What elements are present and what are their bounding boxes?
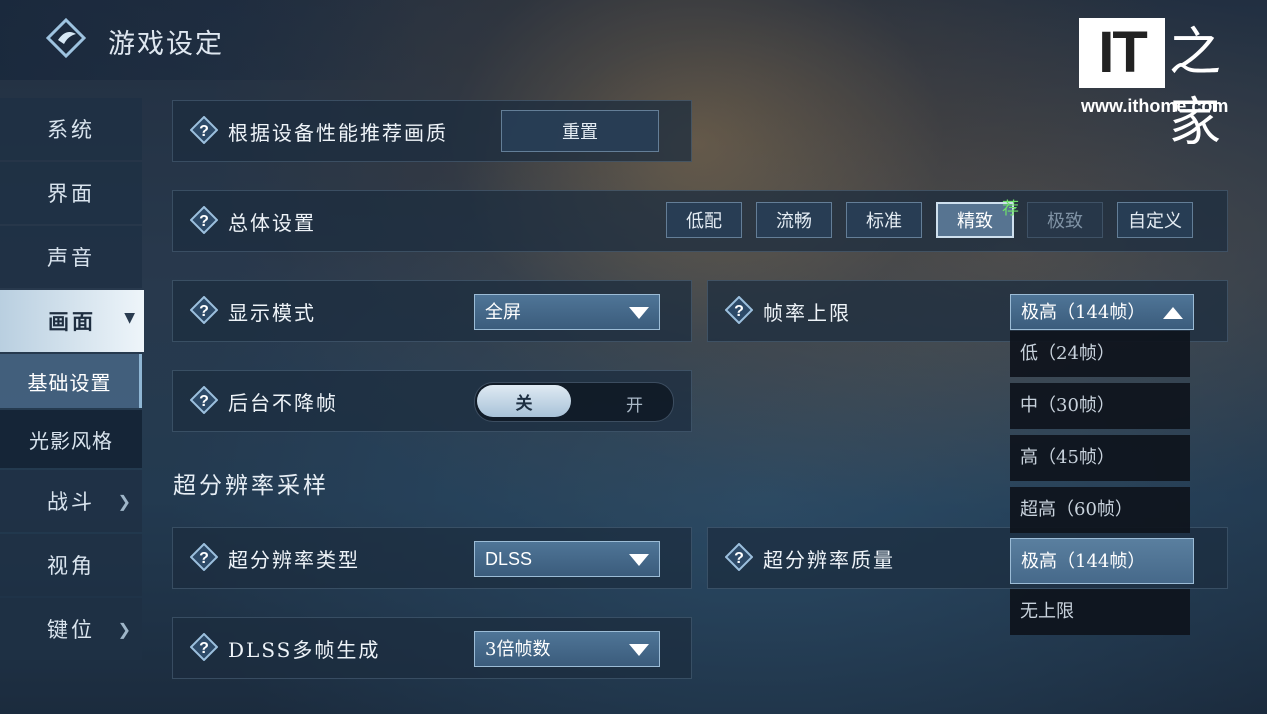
help-icon[interactable]: ? (190, 206, 218, 234)
sidebar-item-lighting-style[interactable]: 光影风格 (0, 410, 142, 468)
frame-limit-label: 帧率上限 (763, 301, 851, 325)
super-res-type-label: 超分辨率类型 (228, 548, 360, 572)
sidebar-item-interface[interactable]: 界面 (0, 162, 142, 224)
watermark-logo-text: 之家 (1169, 23, 1222, 153)
dlss-mfg-select[interactable]: 3倍帧数 (474, 631, 660, 667)
display-mode-select[interactable]: 全屏 (474, 294, 660, 330)
overall-label: 总体设置 (228, 211, 316, 235)
help-icon[interactable]: ? (725, 296, 753, 324)
svg-text:?: ? (199, 123, 209, 140)
sidebar-item-label: 键位 (47, 618, 95, 642)
help-icon[interactable]: ? (725, 543, 753, 571)
sidebar-item-label: 光影风格 (29, 428, 113, 453)
header: 游戏设定 (0, 0, 420, 80)
super-res-quality-label: 超分辨率质量 (763, 548, 895, 572)
section-title: 超分辨率采样 (173, 473, 329, 499)
svg-text:?: ? (199, 640, 209, 657)
help-icon[interactable]: ? (190, 543, 218, 571)
super-res-type-value: DLSS (485, 549, 533, 569)
sidebar-item-basic-settings[interactable]: 基础设置 (0, 354, 142, 408)
preset-low-button[interactable]: 低配 (666, 202, 742, 238)
dlss-mfg-value: 3倍帧数 (485, 639, 551, 660)
svg-text:?: ? (199, 213, 209, 230)
frame-limit-option-selected[interactable]: 极高（144帧） (1010, 538, 1194, 584)
svg-text:?: ? (199, 550, 209, 567)
sidebar-item-system[interactable]: 系统 (0, 98, 142, 160)
frame-limit-option[interactable]: 低（24帧） (1010, 331, 1190, 377)
chevron-down-icon: ▼ (124, 310, 138, 326)
preset-smooth-button[interactable]: 流畅 (756, 202, 832, 238)
sidebar-item-label: 视角 (47, 554, 95, 578)
toggle-on-option[interactable]: 开 (626, 391, 643, 416)
svg-text:?: ? (199, 393, 209, 410)
caret-down-icon (629, 554, 649, 566)
sidebar-item-label: 系统 (47, 118, 95, 142)
sidebar-item-label: 战斗 (47, 490, 95, 514)
frame-limit-option[interactable]: 高（45帧） (1010, 435, 1190, 481)
background-fps-label: 后台不降帧 (228, 391, 338, 415)
sidebar-item-graphics[interactable]: 画面 ▼ (0, 290, 144, 352)
watermark-logo: IT (1079, 18, 1165, 88)
sidebar-item-sound[interactable]: 声音 (0, 226, 142, 288)
recommend-label: 根据设备性能推荐画质 (228, 121, 448, 145)
caret-up-icon (1163, 307, 1183, 319)
caret-down-icon (629, 644, 649, 656)
svg-text:?: ? (734, 303, 744, 320)
frame-limit-option[interactable]: 超高（60帧） (1010, 487, 1190, 533)
chevron-right-icon: ❯ (117, 492, 134, 511)
sidebar: 系统 界面 声音 画面 ▼ 基础设置 光影风格 战斗 ❯ 视角 键位 ❯ (0, 98, 144, 662)
recommended-badge: 荐 (1002, 199, 1019, 219)
help-icon[interactable]: ? (190, 296, 218, 324)
frame-limit-option[interactable]: 中（30帧） (1010, 383, 1190, 429)
frame-limit-select[interactable]: 极高（144帧） (1010, 294, 1194, 330)
sidebar-item-combat[interactable]: 战斗 ❯ (0, 470, 142, 532)
frame-limit-value: 极高（144帧） (1021, 302, 1146, 323)
svg-text:?: ? (199, 303, 209, 320)
sidebar-item-label: 界面 (47, 182, 95, 206)
page-title: 游戏设定 (108, 29, 224, 60)
sidebar-item-camera[interactable]: 视角 (0, 534, 142, 596)
sidebar-item-label: 基础设置 (27, 370, 112, 395)
help-icon[interactable]: ? (190, 386, 218, 414)
background-fps-toggle[interactable]: 关 开 (474, 382, 674, 422)
display-mode-label: 显示模式 (228, 301, 316, 325)
super-res-type-select[interactable]: DLSS (474, 541, 660, 577)
help-icon[interactable]: ? (190, 633, 218, 661)
caret-down-icon (629, 307, 649, 319)
game-logo-icon (46, 18, 86, 58)
toggle-off-option[interactable]: 关 (477, 385, 571, 417)
frame-limit-option[interactable]: 无上限 (1010, 589, 1190, 635)
sidebar-item-label: 声音 (47, 246, 95, 270)
display-mode-value: 全屏 (485, 302, 521, 323)
preset-custom-button[interactable]: 自定义 (1117, 202, 1193, 238)
watermark-url: www.ithome.com (1081, 96, 1229, 116)
preset-standard-button[interactable]: 标准 (846, 202, 922, 238)
help-icon[interactable]: ? (190, 116, 218, 144)
dlss-mfg-label: DLSS多帧生成 (228, 638, 381, 662)
watermark: IT 之家 www.ithome.com (1079, 18, 1247, 153)
reset-button[interactable]: 重置 (501, 110, 659, 152)
sidebar-item-label: 画面 (48, 309, 96, 334)
chevron-right-icon: ❯ (117, 620, 134, 639)
svg-text:?: ? (734, 550, 744, 567)
preset-ultimate-button[interactable]: 极致 (1027, 202, 1103, 238)
sidebar-item-keybinds[interactable]: 键位 ❯ (0, 598, 142, 660)
